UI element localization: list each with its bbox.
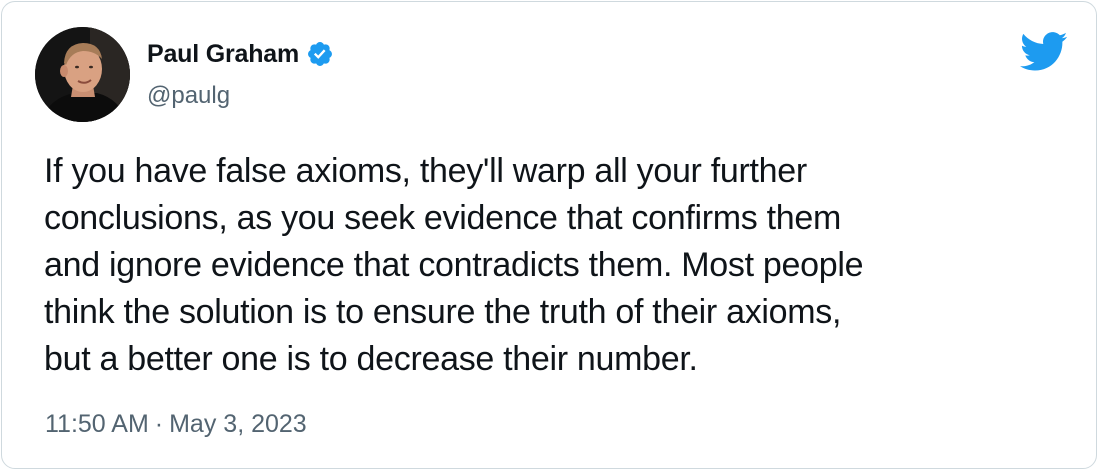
timestamp-separator: · — [154, 410, 164, 438]
tweet-text: If you have false axioms, they'll warp a… — [44, 152, 864, 378]
author-handle[interactable]: @paulg — [147, 82, 230, 110]
avatar-image — [35, 27, 130, 122]
author-name-row: Paul Graham — [147, 36, 334, 72]
twitter-bird-icon[interactable] — [1020, 32, 1068, 72]
author-name[interactable]: Paul Graham — [147, 40, 299, 69]
tweet-time: 11:50 AM — [45, 410, 149, 438]
verified-badge-icon — [306, 40, 334, 68]
tweet-date: May 3, 2023 — [169, 410, 307, 438]
tweet-card: Paul Graham @paulg If you have false axi… — [1, 1, 1097, 469]
tweet-timestamp[interactable]: 11:50 AM · May 3, 2023 — [45, 410, 307, 439]
avatar[interactable] — [35, 27, 130, 122]
